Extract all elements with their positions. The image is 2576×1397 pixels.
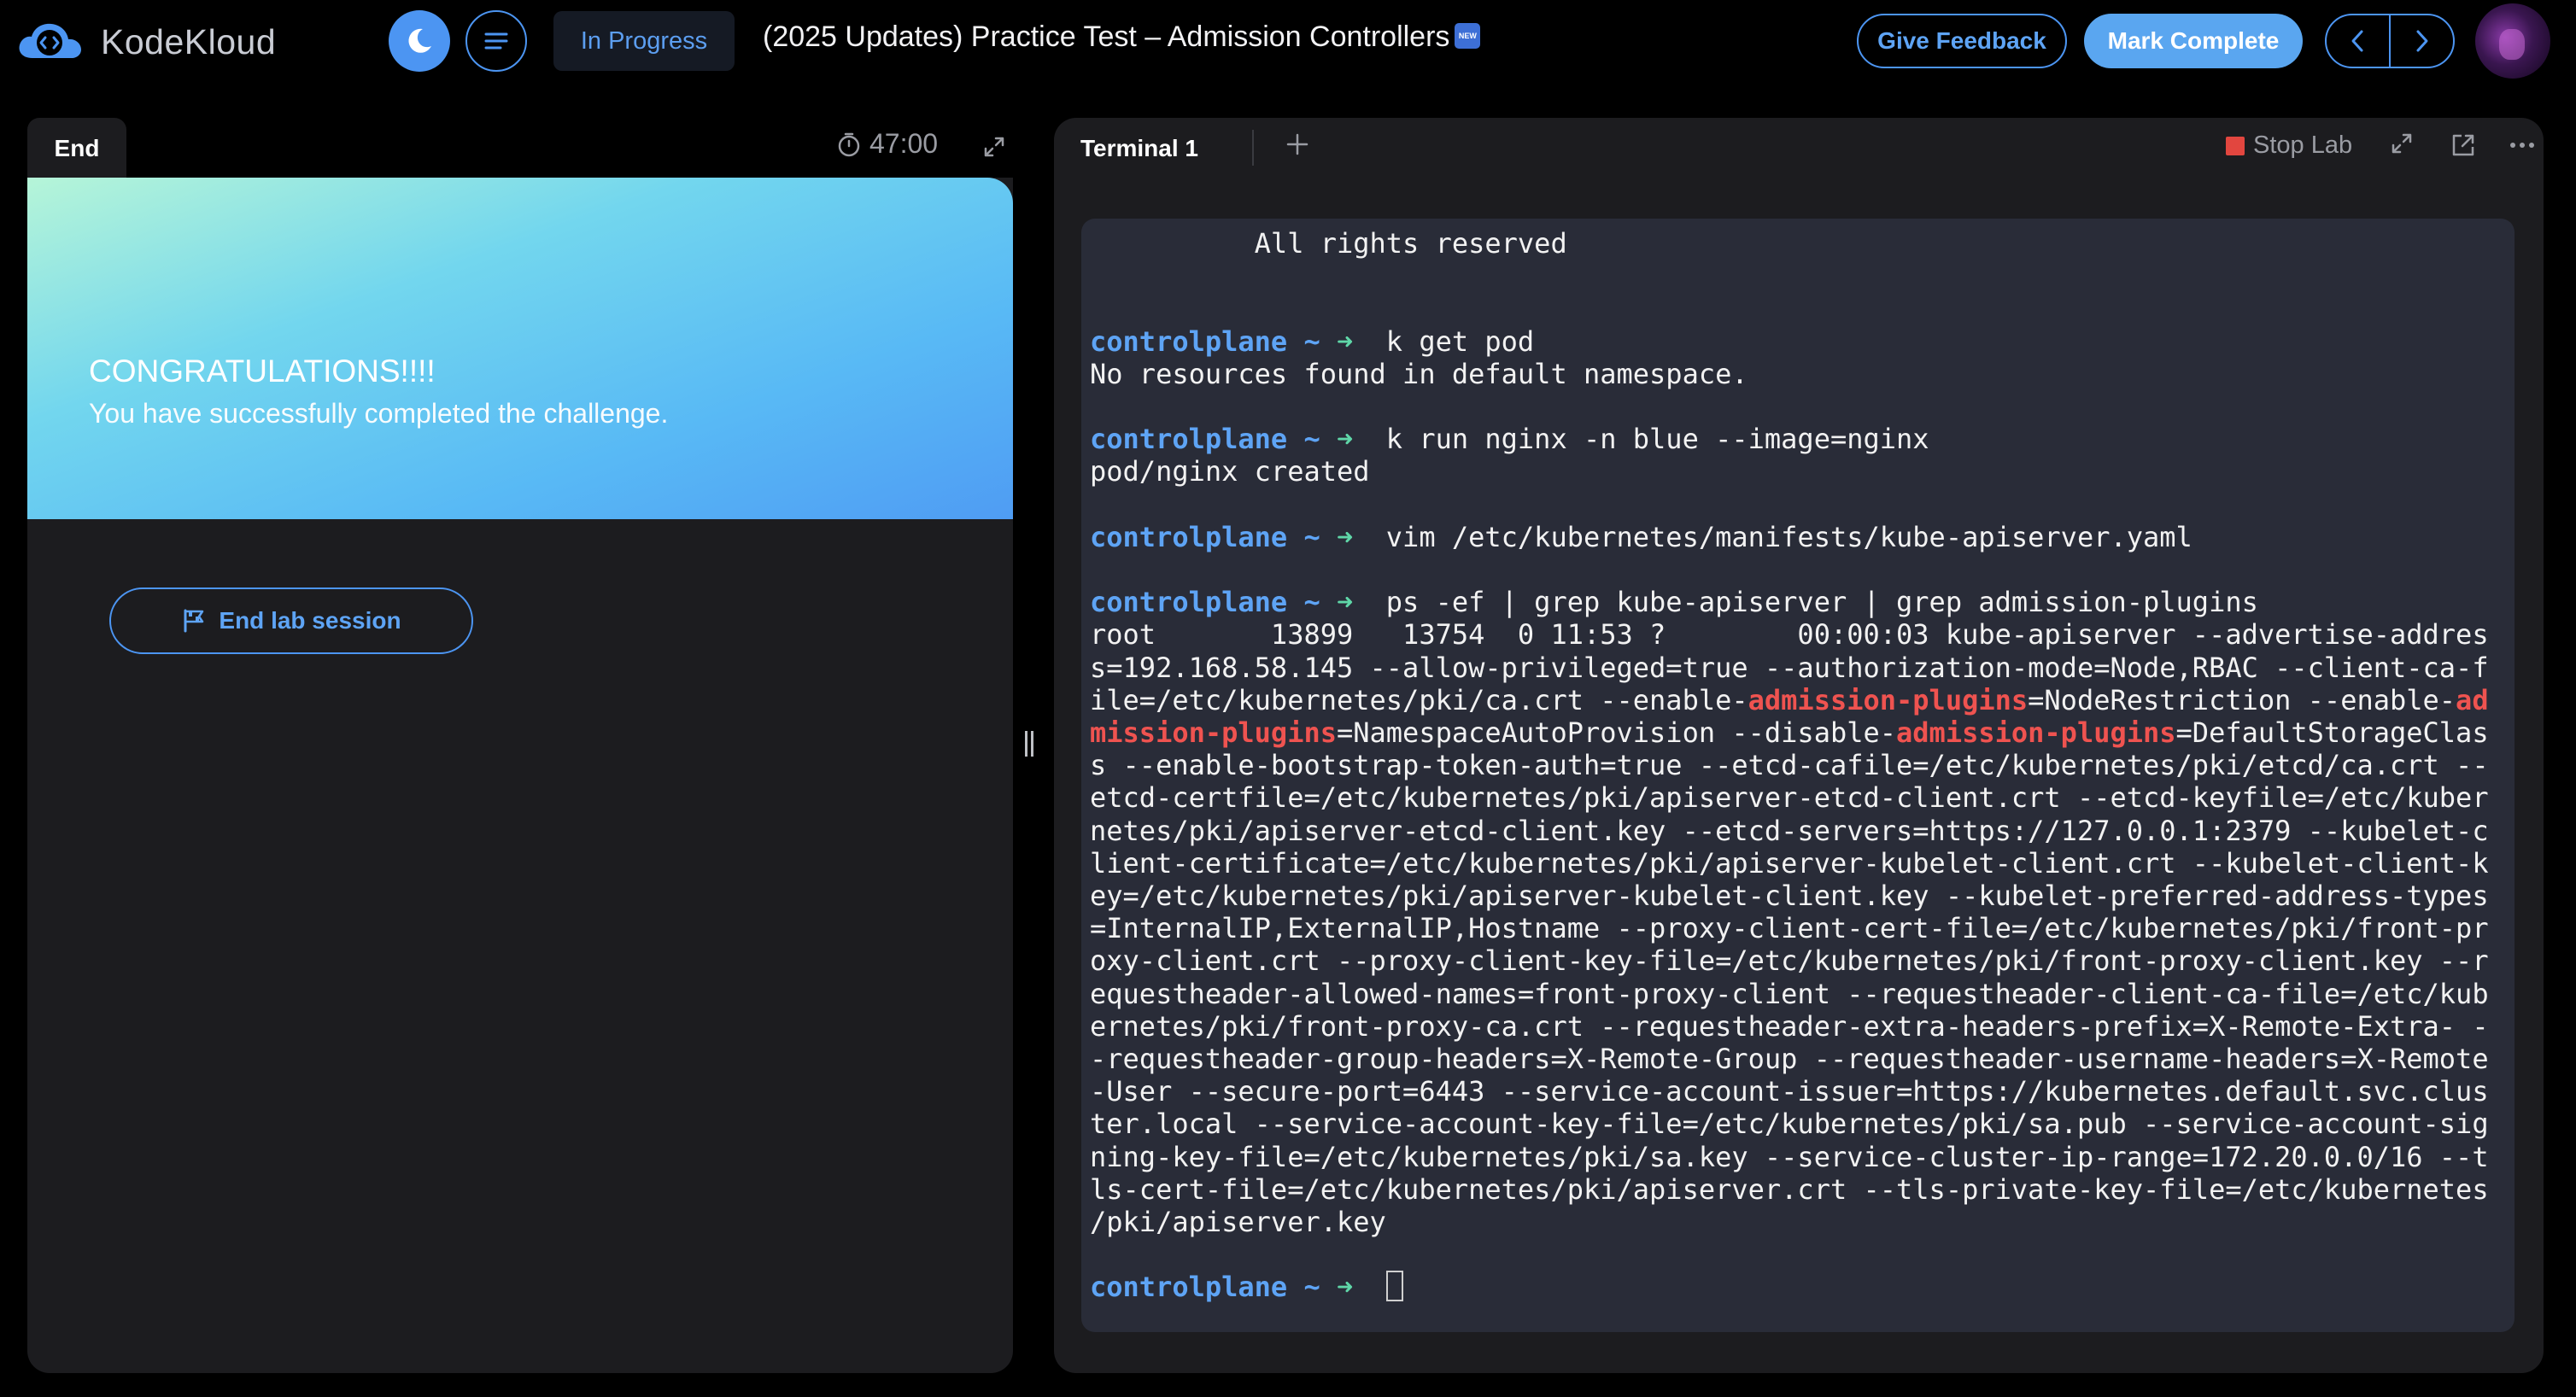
expand-icon bbox=[984, 137, 1004, 157]
terminal-line: =InternalIP,ExternalIP,Hostname --proxy-… bbox=[1090, 912, 2489, 945]
terminal-line: controlplane ~ ➜ bbox=[1090, 1271, 1403, 1304]
left-panel-expand-button[interactable] bbox=[982, 135, 1006, 163]
end-lab-session-label: End lab session bbox=[219, 607, 401, 634]
terminal-line: -requestheader-group-headers=X-Remote-Gr… bbox=[1090, 1043, 2489, 1075]
terminal-line: s=192.168.58.145 --allow-privileged=true… bbox=[1090, 651, 2489, 684]
terminal-line: etcd-certfile=/etc/kubernetes/pki/apiser… bbox=[1090, 781, 2489, 815]
handle-bar bbox=[1025, 731, 1027, 757]
tab-end[interactable]: End bbox=[27, 118, 126, 179]
more-options-button[interactable] bbox=[2509, 138, 2535, 154]
external-link-icon bbox=[2452, 134, 2474, 156]
terminal-line: mission-plugins=NamespaceAutoProvision -… bbox=[1090, 716, 2489, 749]
expand-icon bbox=[2392, 133, 2412, 154]
add-terminal-button[interactable] bbox=[1285, 132, 1310, 161]
congratulations-banner: CONGRATULATIONS!!!! You have successfull… bbox=[27, 178, 1013, 519]
flag-icon bbox=[184, 609, 204, 633]
more-horizontal-icon bbox=[2510, 143, 2534, 148]
terminal-line: No resources found in default namespace. bbox=[1090, 357, 1748, 390]
page-title-text: (2025 Updates) Practice Test – Admission… bbox=[763, 20, 1450, 53]
status-badge: In Progress bbox=[553, 11, 735, 71]
terminal-line: controlplane ~ ➜ ps -ef | grep kube-apis… bbox=[1090, 586, 2258, 619]
terminal-line: pod/nginx created bbox=[1090, 455, 1370, 488]
terminal-line: All rights reserved bbox=[1090, 227, 1567, 260]
stop-lab-button[interactable]: Stop Lab bbox=[2226, 132, 2352, 160]
terminal-line: root 13899 13754 0 11:53 ? 00:00:03 kube… bbox=[1090, 618, 2489, 652]
menu-icon bbox=[484, 32, 508, 50]
lab-timer: 47:00 bbox=[837, 128, 938, 160]
terminal-line: controlplane ~ ➜ k run nginx -n blue --i… bbox=[1090, 423, 1929, 456]
chevron-left-icon bbox=[2351, 30, 2363, 52]
terminal-line: ter.local --service-account-key-file=/et… bbox=[1090, 1108, 2489, 1141]
panel-resize-handle[interactable] bbox=[1025, 731, 1035, 757]
terminal-line: lient-certificate=/etc/kubernetes/pki/ap… bbox=[1090, 846, 2489, 880]
terminal-line: s --enable-bootstrap-token-auth=true --e… bbox=[1090, 749, 2489, 782]
timer-value: 47:00 bbox=[869, 128, 939, 159]
top-bar: KodeKloud In Progress (2025 Updates) Pra… bbox=[0, 0, 2576, 82]
menu-button[interactable] bbox=[465, 10, 527, 72]
terminal-line: -User --secure-port=6443 --service-accou… bbox=[1090, 1075, 2489, 1108]
terminal-line: oxy-client.crt --proxy-client-key-file=/… bbox=[1090, 944, 2489, 978]
stop-lab-label: Stop Lab bbox=[2253, 132, 2353, 159]
kodekloud-logo-icon bbox=[19, 23, 81, 58]
next-button[interactable] bbox=[2391, 15, 2453, 67]
stop-icon bbox=[2226, 136, 2245, 155]
lesson-nav bbox=[2325, 14, 2455, 68]
tab-divider bbox=[1252, 130, 1254, 166]
page-title: (2025 Updates) Practice Test – Admission… bbox=[763, 20, 1481, 54]
terminal-line: netes/pki/apiserver-etcd-client.key --et… bbox=[1090, 814, 2489, 847]
terminal-line: controlplane ~ ➜ k get pod bbox=[1090, 324, 1535, 358]
chevron-right-icon bbox=[2416, 30, 2428, 52]
logo-text: KodeKloud bbox=[101, 21, 277, 61]
congrats-title: CONGRATULATIONS!!!! bbox=[89, 354, 436, 389]
end-lab-session-button[interactable]: End lab session bbox=[109, 587, 473, 654]
theme-toggle-button[interactable] bbox=[389, 10, 450, 72]
terminal-line: ls-cert-file=/etc/kubernetes/pki/apiserv… bbox=[1090, 1172, 2489, 1206]
open-in-new-window-button[interactable] bbox=[2450, 132, 2477, 163]
handle-bar bbox=[1031, 731, 1033, 757]
give-feedback-button[interactable]: Give Feedback bbox=[1857, 14, 2067, 68]
congrats-message: You have successfully completed the chal… bbox=[89, 398, 669, 429]
new-badge-icon: NEW bbox=[1455, 23, 1481, 50]
terminal-line: ile=/etc/kubernetes/pki/ca.crt --enable-… bbox=[1090, 683, 2489, 716]
terminal-line: ning-key-file=/etc/kubernetes/pki/sa.key… bbox=[1090, 1140, 2489, 1173]
avatar[interactable] bbox=[2475, 3, 2550, 79]
terminal-line: ernetes/pki/front-proxy-ca.crt --request… bbox=[1090, 1009, 2489, 1043]
terminal-fullscreen-button[interactable] bbox=[2390, 132, 2414, 160]
terminal-line: equestheader-allowed-names=front-proxy-c… bbox=[1090, 977, 2489, 1010]
previous-button[interactable] bbox=[2327, 15, 2389, 67]
moon-icon bbox=[408, 28, 431, 53]
terminal-cursor bbox=[1385, 1271, 1403, 1302]
mark-complete-button[interactable]: Mark Complete bbox=[2084, 14, 2303, 68]
terminal-line: /pki/apiserver.key bbox=[1090, 1206, 1386, 1238]
tab-terminal-1[interactable]: Terminal 1 bbox=[1054, 118, 1225, 179]
stopwatch-icon bbox=[838, 132, 860, 156]
kodekloud-logo[interactable]: KodeKloud bbox=[14, 19, 276, 65]
terminal-line: controlplane ~ ➜ vim /etc/kubernetes/man… bbox=[1090, 520, 2193, 553]
plus-icon bbox=[1286, 133, 1308, 155]
terminal-line: ey=/etc/kubernetes/pki/apiserver-kubelet… bbox=[1090, 880, 2489, 912]
